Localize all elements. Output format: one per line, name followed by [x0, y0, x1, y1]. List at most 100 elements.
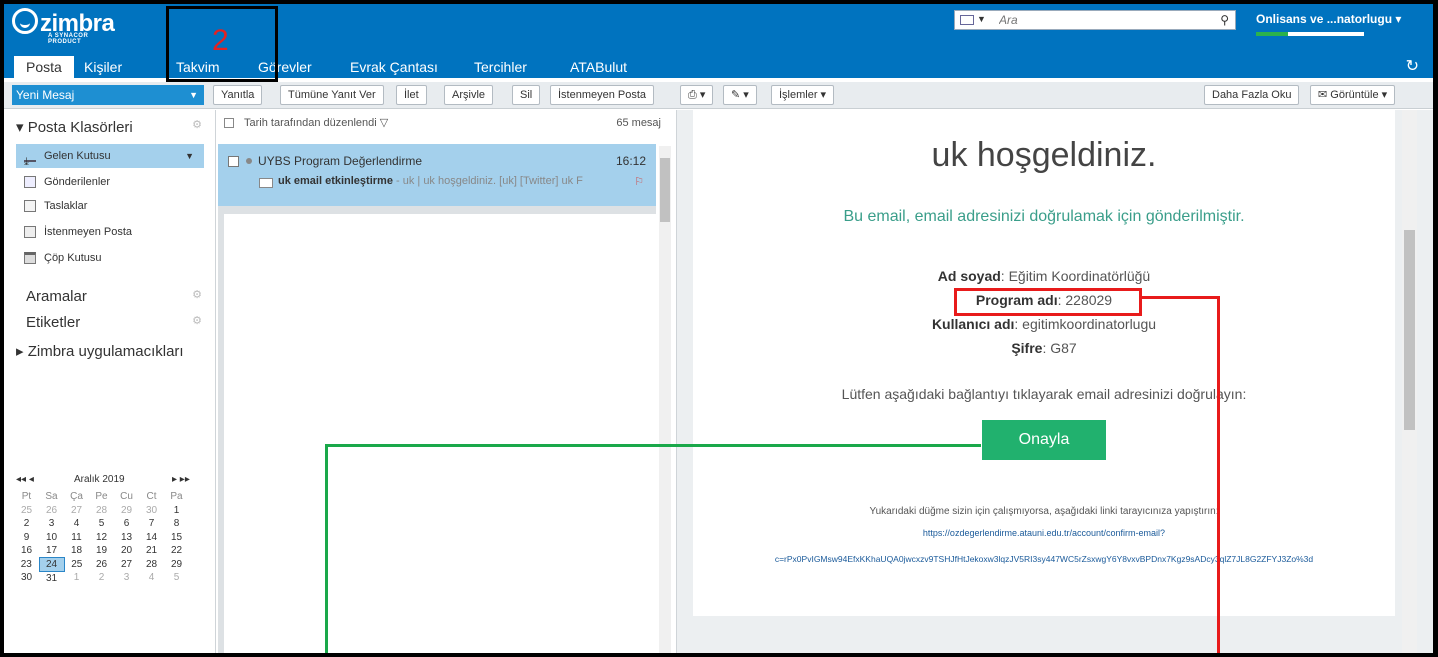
reply-button[interactable]: Yanıtla	[213, 85, 263, 105]
flag-icon[interactable]: ⚐	[634, 175, 644, 188]
calendar-day[interactable]: 30	[14, 571, 39, 585]
confirm-link[interactable]: https://ozdegerlendirme.atauni.edu.tr/ac…	[693, 528, 1395, 538]
actions-button[interactable]: İşlemler ▾	[771, 85, 835, 105]
sidebar-item-drafts[interactable]: Taslaklar	[16, 194, 204, 218]
confirm-link-token[interactable]: c=rPx0PvIGMsw94EfxKKhaUQA0jwcxzv9TSHJfHt…	[693, 554, 1395, 564]
sidebar-item-sent[interactable]: Gönderilenler	[16, 170, 204, 194]
calendar-day[interactable]: 19	[89, 544, 114, 558]
calendar-day[interactable]: 22	[164, 544, 189, 558]
tab-tercihler[interactable]: Tercihler	[474, 56, 527, 78]
calendar-day[interactable]: 18	[64, 544, 89, 558]
calendar-day[interactable]: 12	[89, 531, 114, 545]
pane-sash[interactable]	[218, 214, 224, 653]
calendar-day[interactable]: 27	[64, 504, 89, 518]
calendar-day[interactable]: 10	[39, 531, 64, 545]
search-box[interactable]: ▼ ⚲	[954, 10, 1236, 30]
calendar-day[interactable]: 3	[39, 517, 64, 531]
calendar-day[interactable]: 28	[139, 558, 164, 572]
search-type-dropdown[interactable]: ▼	[977, 14, 986, 24]
archive-button[interactable]: Arşivle	[444, 85, 494, 105]
calendar-day[interactable]: 5	[164, 571, 189, 585]
calendar-day[interactable]: 8	[164, 517, 189, 531]
view-button[interactable]: ✉ Görüntüle ▾	[1310, 85, 1396, 105]
tab-evrak-cantasi[interactable]: Evrak Çantası	[350, 56, 438, 78]
tab-kisiler[interactable]: Kişiler	[84, 56, 122, 78]
sort-label[interactable]: Tarih tarafından düzenlendi	[244, 117, 377, 129]
prev-month-button[interactable]: ◂◂ ◂	[16, 474, 34, 485]
calendar-day[interactable]: 27	[114, 558, 139, 572]
calendar-day[interactable]: 7	[139, 517, 164, 531]
calendar-day[interactable]: 26	[39, 504, 64, 518]
calendar-day[interactable]: 31	[39, 571, 64, 585]
user-menu[interactable]: Onlisans ve ...natorlugu ▾	[1256, 12, 1401, 26]
reply-all-button[interactable]: Tümüne Yanıt Ver	[280, 85, 384, 105]
select-all-checkbox[interactable]	[224, 118, 234, 128]
tab-posta[interactable]: Posta	[14, 56, 74, 78]
calendar-day[interactable]: 2	[89, 571, 114, 585]
calendar-day[interactable]: 26	[89, 558, 114, 572]
calendar-day[interactable]: 17	[39, 544, 64, 558]
calendar-day[interactable]: 11	[64, 531, 89, 545]
searches-header[interactable]: Aramalar	[26, 288, 87, 305]
message-row[interactable]: UYBS Program Değerlendirme 16:12 uk emai…	[218, 144, 656, 206]
next-month-button[interactable]: ▸ ▸▸	[172, 474, 190, 485]
new-message-button[interactable]: Yeni Mesaj ▼	[12, 85, 204, 105]
tag-button[interactable]: ✎ ▾	[723, 85, 757, 105]
scrollbar-thumb[interactable]	[660, 158, 670, 222]
scrollbar-thumb[interactable]	[1404, 230, 1415, 430]
calendar-day[interactable]: 29	[114, 504, 139, 518]
print-button[interactable]: ⎙ ▾	[680, 85, 714, 105]
tags-header[interactable]: Etiketler	[26, 314, 80, 331]
gear-icon[interactable]: ⚙	[192, 314, 202, 327]
calendar-day-today[interactable]: 24	[38, 557, 65, 572]
zimbra-logo[interactable]: zimbra A SYNACOR PRODUCT	[12, 8, 115, 45]
forward-button[interactable]: İlet	[396, 85, 427, 105]
zimlets-header[interactable]: ▸ Zimbra uygulamacıkları	[16, 342, 184, 360]
spam-button[interactable]: İstenmeyen Posta	[550, 85, 655, 105]
calendar-day[interactable]: 1	[164, 504, 189, 518]
sidebar-item-inbox[interactable]: ⤓ Gelen Kutusu ▼	[16, 144, 204, 168]
refresh-icon[interactable]: ↻	[1406, 56, 1419, 76]
chevron-down-icon[interactable]: ▼	[185, 144, 194, 168]
confirm-button[interactable]: Onayla	[982, 420, 1106, 460]
calendar-day[interactable]: 21	[139, 544, 164, 558]
read-status-dot[interactable]	[246, 158, 252, 164]
sidebar-item-junk[interactable]: İstenmeyen Posta	[16, 220, 204, 244]
tab-atabulut[interactable]: ATABulut	[570, 56, 627, 78]
calendar-day[interactable]: 15	[164, 531, 189, 545]
sort-arrow-icon[interactable]: ▽	[380, 117, 388, 129]
calendar-day[interactable]: 3	[114, 571, 139, 585]
search-icon[interactable]: ⚲	[1220, 13, 1229, 27]
calendar-day[interactable]: 2	[14, 517, 39, 531]
search-input[interactable]	[999, 13, 1199, 27]
calendar-day[interactable]: 4	[64, 517, 89, 531]
calendar-month-title[interactable]: Aralık 2019	[74, 474, 125, 485]
message-checkbox[interactable]	[228, 156, 239, 167]
calendar-day[interactable]: 29	[164, 558, 189, 572]
gear-icon[interactable]: ⚙	[192, 118, 202, 131]
calendar-day[interactable]: 28	[89, 504, 114, 518]
calendar-day[interactable]: 25	[14, 504, 39, 518]
calendar-day[interactable]: 13	[114, 531, 139, 545]
mail-folders-header[interactable]: ▾ Posta Klasörleri	[16, 118, 133, 136]
calendar-day[interactable]: 1	[64, 571, 89, 585]
calendar-day[interactable]: 16	[14, 544, 39, 558]
read-more-button[interactable]: Daha Fazla Oku	[1204, 85, 1300, 105]
delete-button[interactable]: Sil	[512, 85, 541, 105]
calendar-day[interactable]: 23	[14, 558, 39, 572]
chevron-down-icon[interactable]: ▼	[189, 85, 198, 105]
calendar-day[interactable]: 9	[14, 531, 39, 545]
mail-type-icon[interactable]	[960, 15, 974, 25]
list-scrollbar[interactable]	[659, 146, 671, 653]
calendar-day[interactable]: 4	[139, 571, 164, 585]
calendar-day[interactable]: 6	[114, 517, 139, 531]
sidebar-item-trash[interactable]: Çöp Kutusu	[16, 246, 204, 270]
reading-scrollbar[interactable]	[1402, 110, 1417, 653]
calendar-day[interactable]: 14	[139, 531, 164, 545]
calendar-day[interactable]: 30	[139, 504, 164, 518]
calendar-day[interactable]: 20	[114, 544, 139, 558]
calendar-day[interactable]: 5	[89, 517, 114, 531]
envelope-icon	[259, 178, 273, 188]
calendar-day[interactable]: 25	[64, 558, 89, 572]
gear-icon[interactable]: ⚙	[192, 288, 202, 301]
